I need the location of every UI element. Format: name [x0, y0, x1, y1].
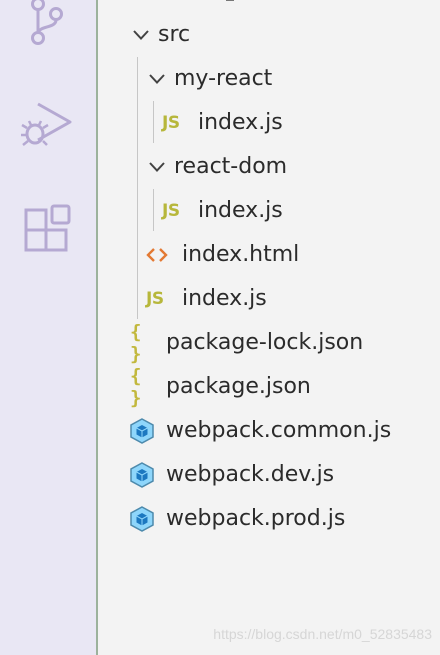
javascript-file-icon: JS [146, 289, 164, 309]
tree-item-react-dom[interactable]: react-dom [98, 145, 440, 189]
javascript-file-icon: JS [162, 113, 180, 133]
file-explorer: src my-react JS index.js react-dom JS in… [98, 0, 440, 655]
tree-item-my-react-index-js[interactable]: JS index.js [98, 101, 440, 145]
tree-item-package-lock-json[interactable]: { } package-lock.json [98, 321, 440, 365]
tree-item-webpack-dev-js[interactable]: webpack.dev.js [98, 453, 440, 497]
chevron-down-icon[interactable] [146, 156, 168, 178]
json-file-icon: { } [130, 365, 143, 409]
tree-item-label: react-dom [174, 154, 288, 179]
tree-item-my-react[interactable]: my-react [98, 57, 440, 101]
webpack-cube-icon [130, 505, 160, 533]
tree-item-package-json[interactable]: { } package.json [98, 365, 440, 409]
tree-item-label: my-react [174, 66, 273, 91]
webpack-cube-icon [130, 461, 160, 489]
javascript-file-icon: JS [162, 201, 180, 221]
tree-item-react-dom-index-js[interactable]: JS index.js [98, 189, 440, 233]
html-file-icon [146, 241, 176, 269]
run-debug-icon[interactable] [16, 94, 80, 158]
tree-item-label: index.js [198, 198, 283, 223]
tree-item-webpack-prod-js[interactable]: webpack.prod.js [98, 497, 440, 541]
extensions-icon[interactable] [16, 198, 80, 262]
tree-item-src[interactable]: src [98, 13, 440, 57]
tree-item-src-index-js[interactable]: JS index.js [98, 277, 440, 321]
chevron-down-icon[interactable] [130, 24, 152, 46]
tree-item-label: package.json [166, 374, 311, 399]
tree-item-label: index.js [198, 110, 283, 135]
tree-item-webpack-common-js[interactable]: webpack.common.js [98, 409, 440, 453]
chevron-down-icon[interactable] [146, 68, 168, 90]
tree-item-label: webpack.common.js [166, 418, 392, 443]
clipped-row-fragment [226, 0, 234, 1]
activity-bar [0, 0, 96, 655]
webpack-cube-icon [130, 417, 160, 445]
tree-item-label: webpack.dev.js [166, 462, 335, 487]
tree-item-index-html[interactable]: index.html [98, 233, 440, 277]
source-control-icon[interactable] [16, 0, 80, 54]
json-file-icon: { } [130, 321, 143, 365]
tree-item-label: package-lock.json [166, 330, 364, 355]
tree-item-label: src [158, 22, 191, 47]
tree-item-label: index.js [182, 286, 267, 311]
tree-item-label: webpack.prod.js [166, 506, 346, 531]
watermark: https://blog.csdn.net/m0_52835483 [213, 626, 432, 642]
tree-item-label: index.html [182, 242, 300, 267]
